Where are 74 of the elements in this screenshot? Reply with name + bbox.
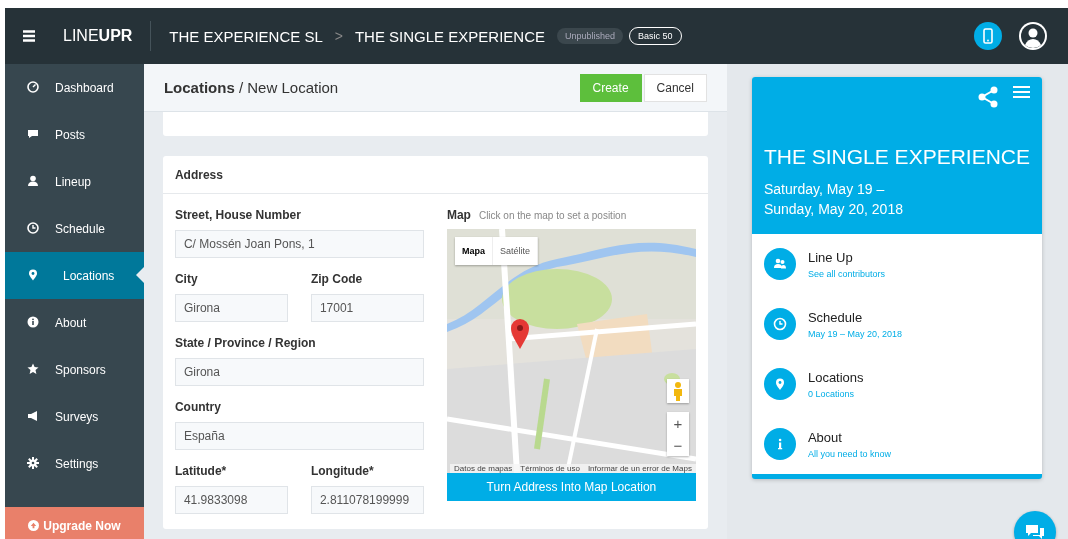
field-label: Country: [174, 400, 222, 414]
map-footer-link[interactable]: Datos de mapas: [454, 464, 513, 473]
breadcrumb-link[interactable]: THE EXPERIENCE SL: [169, 27, 323, 45]
menu-icon[interactable]: [23, 30, 35, 42]
clock-icon: [27, 222, 39, 234]
pin-icon: [27, 269, 39, 281]
preview-menu-item[interactable]: Locations 0 Locations: [751, 354, 1042, 414]
star-icon: [27, 363, 39, 375]
sidebar-item[interactable]: Locations: [5, 252, 144, 299]
field-label: Latitude*: [174, 464, 228, 478]
field-label: City: [174, 272, 199, 286]
sidebar-item[interactable]: Surveys: [5, 393, 144, 440]
card-title: Address: [162, 156, 708, 194]
breadcrumb-separator: >: [334, 28, 343, 44]
chat-icon: [1025, 523, 1045, 539]
gauge-icon: [27, 81, 39, 93]
menu-item-subtitle: All you need to know: [807, 448, 891, 459]
sidebar-item[interactable]: Posts: [5, 111, 144, 158]
zoom-out-button[interactable]: −: [666, 434, 689, 456]
cancel-button[interactable]: Cancel: [643, 73, 707, 102]
input-field[interactable]: Girona: [174, 294, 288, 322]
sidebar-item[interactable]: Settings: [5, 440, 144, 487]
arrow-up-circle-icon: [28, 520, 40, 531]
menu-item-title: Locations: [807, 369, 864, 385]
map-hint: Click on the map to set a position: [478, 210, 627, 221]
field-label: Map: [446, 208, 471, 222]
menu-item-title: About: [807, 429, 843, 445]
menu-item-subtitle: May 19 – May 20, 2018: [807, 328, 902, 339]
input-field[interactable]: Girona: [174, 358, 424, 386]
map-type-tab[interactable]: Mapa: [454, 237, 493, 265]
logo[interactable]: LINEUPR: [63, 21, 152, 51]
pegman-icon[interactable]: [666, 379, 689, 403]
preview-menu-item[interactable]: Schedule May 19 – May 20, 2018: [751, 294, 1042, 354]
pin-icon: [763, 368, 796, 400]
input-field[interactable]: C/ Mossén Joan Pons, 1: [174, 230, 424, 258]
person-icon: [27, 175, 39, 187]
clock-icon: [763, 308, 796, 340]
megaphone-icon: [27, 410, 39, 422]
info-icon: [763, 428, 796, 460]
input-field[interactable]: 41.9833098: [174, 486, 288, 514]
sidebar-item[interactable]: Dashboard: [5, 64, 144, 111]
zoom-in-button[interactable]: +: [666, 412, 689, 434]
people-icon: [763, 248, 796, 280]
menu-item-title: Line Up: [807, 249, 854, 265]
event-title: THE SINGLE EXPERIENCE: [763, 145, 1030, 169]
menu-item-title: Schedule: [807, 309, 864, 325]
field-label: Zip Code: [310, 272, 364, 286]
menu-item-subtitle: See all contributors: [807, 268, 885, 279]
field-label: Longitude*: [310, 464, 375, 478]
input-field[interactable]: España: [174, 422, 424, 450]
sidebar-item[interactable]: Schedule: [5, 205, 144, 252]
info-icon: [27, 316, 39, 328]
map-footer-link[interactable]: Términos de uso: [520, 464, 580, 473]
event-dates: Saturday, May 19 – Sunday, May 20, 2018: [763, 180, 904, 219]
preview-menu-item[interactable]: About All you need to know: [751, 414, 1042, 474]
input-field[interactable]: 2.811078199999: [310, 486, 424, 514]
share-icon[interactable]: [977, 85, 999, 109]
field-label: Street, House Number: [174, 208, 302, 222]
mobile-preview-icon[interactable]: [974, 22, 1002, 50]
menu-item-subtitle: 0 Locations: [807, 388, 855, 399]
avatar-icon[interactable]: [1018, 21, 1048, 51]
breadcrumb-current: THE SINGLE EXPERIENCE: [354, 27, 545, 45]
preview-menu-item[interactable]: Line Up See all contributors: [751, 234, 1042, 294]
map-footer-link[interactable]: Informar de un error de Maps: [587, 464, 692, 473]
sidebar-item[interactable]: Lineup: [5, 158, 144, 205]
map-type-tab[interactable]: Satélite: [492, 237, 538, 265]
sidebar-item[interactable]: About: [5, 299, 144, 346]
field-label: State / Province / Region: [174, 336, 317, 350]
sidebar-item[interactable]: Sponsors: [5, 346, 144, 393]
status-badge: Unpublished: [557, 28, 624, 44]
speech-bubble-icon: [27, 128, 39, 140]
gear-icon: [27, 457, 39, 469]
page-title: Locations / New Location: [163, 79, 340, 96]
input-field[interactable]: 17001: [310, 294, 424, 322]
